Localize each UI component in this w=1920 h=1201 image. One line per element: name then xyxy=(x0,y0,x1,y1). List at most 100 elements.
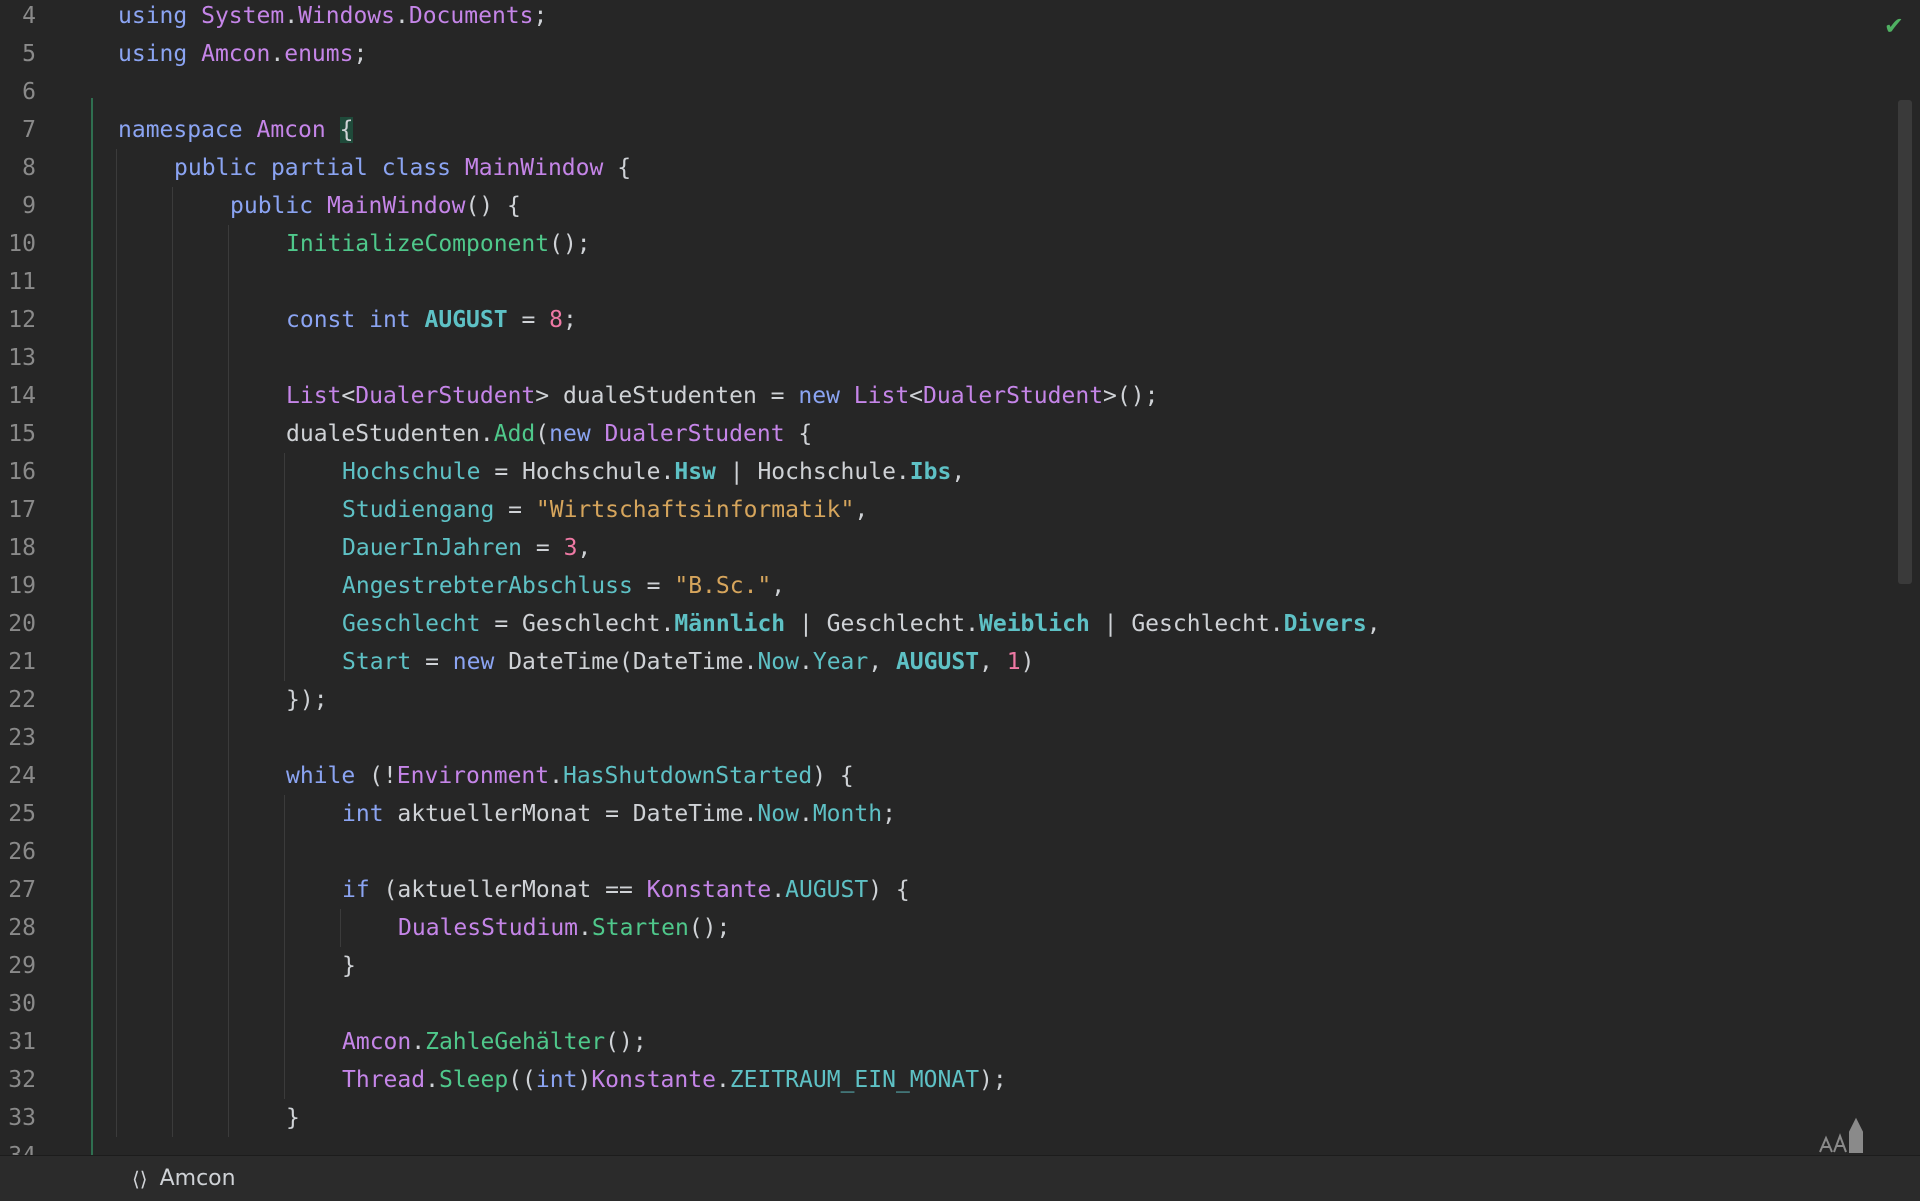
code-line[interactable]: 16 Hochschule = Hochschule.Hsw | Hochschu… xyxy=(0,453,1880,491)
code-line[interactable]: 13 xyxy=(0,339,1880,377)
code-text[interactable]: const int AUGUST = 8; xyxy=(286,301,577,339)
code-text[interactable]: DauerInJahren = 3, xyxy=(342,529,591,567)
code-text[interactable]: namespace Amcon { xyxy=(118,111,354,149)
line-number[interactable]: 31 xyxy=(0,1023,36,1061)
reader-mode-icon[interactable] xyxy=(1818,1116,1866,1155)
line-number[interactable]: 34 xyxy=(0,1137,36,1155)
code-line[interactable]: 10 InitializeComponent(); xyxy=(0,225,1880,263)
code-text[interactable]: } xyxy=(342,947,356,985)
line-number[interactable]: 28 xyxy=(0,909,36,947)
code-line[interactable]: 12 const int AUGUST = 8; xyxy=(0,301,1880,339)
code-line[interactable]: 7 namespace Amcon { xyxy=(0,111,1880,149)
code-line[interactable]: 6 xyxy=(0,73,1880,111)
code-line[interactable]: 31 Amcon.ZahleGehälter(); xyxy=(0,1023,1880,1061)
code-text[interactable]: }); xyxy=(286,681,328,719)
line-number[interactable]: 11 xyxy=(0,263,36,301)
code-line[interactable]: 21 Start = new DateTime(DateTime.Now.Year… xyxy=(0,643,1880,681)
line-number[interactable]: 19 xyxy=(0,567,36,605)
line-number[interactable]: 33 xyxy=(0,1099,36,1137)
checkmark-icon[interactable]: ✔ xyxy=(1884,14,1904,38)
code-text[interactable]: using System.Windows.Documents; xyxy=(118,0,547,35)
code-token: partial xyxy=(270,155,368,181)
code-text[interactable]: } xyxy=(286,1099,300,1137)
code-text[interactable]: AngestrebterAbschluss = "B.Sc.", xyxy=(342,567,785,605)
line-number[interactable]: 10 xyxy=(0,225,36,263)
line-number[interactable]: 21 xyxy=(0,643,36,681)
line-number[interactable]: 26 xyxy=(0,833,36,871)
code-line[interactable]: 33} xyxy=(0,1099,1880,1137)
code-text[interactable]: while (!Environment.HasShutdownStarted) … xyxy=(286,757,854,795)
line-number[interactable]: 7 xyxy=(0,111,36,149)
code-line[interactable]: 17 Studiengang = "Wirtschaftsinformatik", xyxy=(0,491,1880,529)
code-line[interactable]: 18 DauerInJahren = 3, xyxy=(0,529,1880,567)
code-line[interactable]: 8 public partial class MainWindow { xyxy=(0,149,1880,187)
line-number[interactable]: 22 xyxy=(0,681,36,719)
code-line[interactable]: 9 public MainWindow() { xyxy=(0,187,1880,225)
line-number[interactable]: 18 xyxy=(0,529,36,567)
code-text[interactable]: Hochschule = Hochschule.Hsw | Hochschule… xyxy=(342,453,965,491)
code-text[interactable]: public MainWindow() { xyxy=(230,187,521,225)
code-text[interactable]: public partial class MainWindow { xyxy=(174,149,631,187)
code-text[interactable]: Studiengang = "Wirtschaftsinformatik", xyxy=(342,491,868,529)
code-text[interactable]: if (aktuellerMonat == Konstante.AUGUST) … xyxy=(342,871,910,909)
code-line[interactable]: 4 using System.Windows.Documents; xyxy=(0,0,1880,35)
code-text[interactable]: int aktuellerMonat = DateTime.Now.Month; xyxy=(342,795,896,833)
breadcrumb-label[interactable]: Amcon xyxy=(160,1166,236,1191)
line-number[interactable]: 32 xyxy=(0,1061,36,1099)
line-number[interactable]: 9 xyxy=(0,187,36,225)
code-text[interactable]: DualesStudium.Starten(); xyxy=(398,909,730,947)
code-line[interactable]: 27 if (aktuellerMonat == Konstante.AUGUST… xyxy=(0,871,1880,909)
code-token: ; xyxy=(563,307,577,333)
line-number[interactable]: 16 xyxy=(0,453,36,491)
line-number[interactable]: 15 xyxy=(0,415,36,453)
code-text[interactable]: Thread.Sleep((int)Konstante.ZEITRAUM_EIN… xyxy=(342,1061,1007,1099)
code-line[interactable]: 24 while (!Environment.HasShutdownStarted… xyxy=(0,757,1880,795)
line-number[interactable]: 4 xyxy=(0,0,36,35)
code-text[interactable]: Amcon.ZahleGehälter(); xyxy=(342,1023,647,1061)
line-number[interactable]: 5 xyxy=(0,35,36,73)
code-text[interactable]: Start = new DateTime(DateTime.Now.Year, … xyxy=(342,643,1034,681)
line-number[interactable]: 17 xyxy=(0,491,36,529)
line-number[interactable]: 24 xyxy=(0,757,36,795)
code-line[interactable]: 19 AngestrebterAbschluss = "B.Sc.", xyxy=(0,567,1880,605)
code-text[interactable]: List<DualerStudent> dualeStudenten = new… xyxy=(286,377,1158,415)
code-token: (! xyxy=(355,763,397,789)
line-number[interactable]: 13 xyxy=(0,339,36,377)
code-line[interactable]: 23 xyxy=(0,719,1880,757)
line-number[interactable]: 27 xyxy=(0,871,36,909)
line-number[interactable]: 12 xyxy=(0,301,36,339)
code-line[interactable]: 5 using Amcon.enums; xyxy=(0,35,1880,73)
line-number[interactable]: 29 xyxy=(0,947,36,985)
code-line[interactable]: 25 int aktuellerMonat = DateTime.Now.Mont… xyxy=(0,795,1880,833)
code-text[interactable]: InitializeComponent(); xyxy=(286,225,591,263)
line-number[interactable]: 25 xyxy=(0,795,36,833)
code-line[interactable]: 32 Thread.Sleep((int)Konstante.ZEITRAUM_E… xyxy=(0,1061,1880,1099)
code-line[interactable]: 30 xyxy=(0,985,1880,1023)
code-line[interactable]: 28 DualesStudium.Starten(); xyxy=(0,909,1880,947)
code-token: using xyxy=(118,3,188,29)
line-number[interactable]: 8 xyxy=(0,149,36,187)
vertical-scrollbar[interactable] xyxy=(1898,100,1912,584)
code-text[interactable]: using Amcon.enums; xyxy=(118,35,367,73)
code-line[interactable]: 29} xyxy=(0,947,1880,985)
code-line[interactable]: 20 Geschlecht = Geschlecht.Männlich | Ges… xyxy=(0,605,1880,643)
code-token: , xyxy=(577,535,592,561)
line-number[interactable]: 14 xyxy=(0,377,36,415)
code-line[interactable]: 14 List<DualerStudent> dualeStudenten = n… xyxy=(0,377,1880,415)
code-line[interactable]: 34 xyxy=(0,1137,1880,1155)
code-editor[interactable]: 4 using System.Windows.Documents; 5 using A… xyxy=(0,0,1920,1155)
code-text[interactable]: Geschlecht = Geschlecht.Männlich | Gesch… xyxy=(342,605,1381,643)
code-line[interactable]: 26 xyxy=(0,833,1880,871)
code-token: (( xyxy=(508,1067,536,1093)
line-number[interactable]: 30 xyxy=(0,985,36,1023)
code-line[interactable]: 11 xyxy=(0,263,1880,301)
code-line[interactable]: 15 dualeStudenten.Add(new DualerStudent { xyxy=(0,415,1880,453)
code-line[interactable]: 22}); xyxy=(0,681,1880,719)
code-text[interactable]: dualeStudenten.Add(new DualerStudent { xyxy=(286,415,812,453)
code-token: Hochschule xyxy=(342,459,481,485)
line-number[interactable]: 23 xyxy=(0,719,36,757)
line-number[interactable]: 6 xyxy=(0,73,36,111)
breadcrumb[interactable]: ⟨⟩ Amcon xyxy=(132,1156,236,1201)
line-number[interactable]: 20 xyxy=(0,605,36,643)
